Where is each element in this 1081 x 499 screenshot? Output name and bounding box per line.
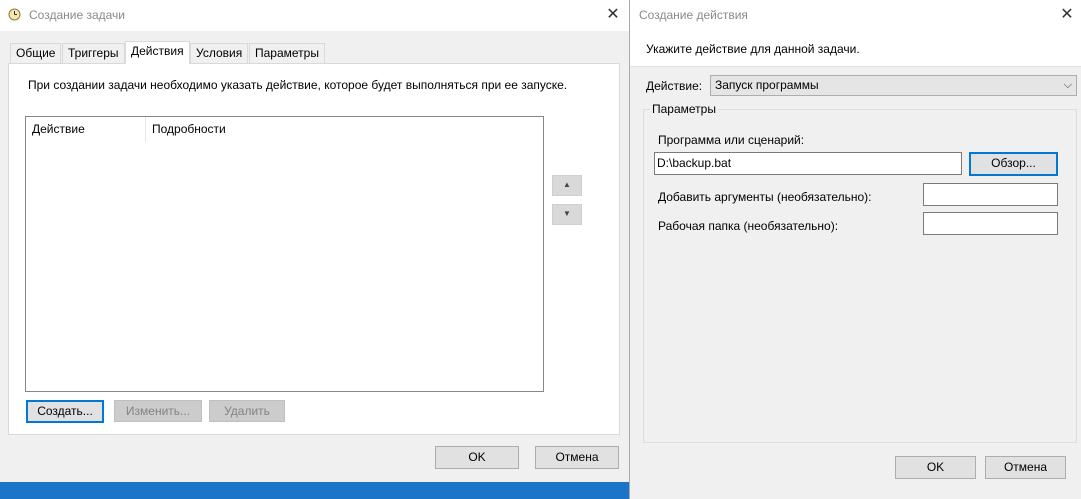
actions-list[interactable]: Действие Подробности xyxy=(25,116,544,392)
tab-conditions[interactable]: Условия xyxy=(190,43,249,63)
action-window-close-icon[interactable]: ✕ xyxy=(1057,5,1077,25)
tab-settings[interactable]: Параметры xyxy=(249,43,325,63)
action-type-value: Запуск программы xyxy=(715,78,819,92)
task-ok-button[interactable]: OK xyxy=(435,446,519,469)
move-down-button[interactable]: ▼ xyxy=(552,204,582,225)
action-window: Создание действия ✕ Укажите действие для… xyxy=(629,0,1081,499)
task-cancel-button[interactable]: Отмена xyxy=(535,446,619,469)
action-cancel-button[interactable]: Отмена xyxy=(985,456,1066,479)
task-window-close-icon[interactable]: ✕ xyxy=(603,5,623,25)
workdir-label: Рабочая папка (необязательно): xyxy=(658,219,839,233)
task-window-titlebar: Создание задачи ✕ xyxy=(0,0,629,31)
program-input[interactable]: D:\backup.bat xyxy=(654,152,962,175)
action-window-title: Создание действия xyxy=(639,8,748,22)
instruction-area: Укажите действие для данной задачи. xyxy=(630,31,1081,67)
tab-actions[interactable]: Действия xyxy=(125,41,190,64)
action-instruction: Укажите действие для данной задачи. xyxy=(646,42,860,56)
args-label: Добавить аргументы (необязательно): xyxy=(658,190,872,204)
task-window: Создание задачи ✕ Общие Триггеры Действи… xyxy=(0,0,629,482)
create-button[interactable]: Создать... xyxy=(26,400,104,423)
chevron-down-icon: ⌵ xyxy=(1063,79,1072,91)
tab-triggers[interactable]: Триггеры xyxy=(62,43,125,63)
tab-general[interactable]: Общие xyxy=(10,43,62,63)
parameters-group: Параметры Программа или сценарий: D:\bac… xyxy=(643,102,1077,443)
parameters-group-title: Параметры xyxy=(650,102,718,116)
move-up-button[interactable]: ▲ xyxy=(552,175,582,196)
action-type-label: Действие: xyxy=(646,79,703,93)
actions-tab-panel: При создании задачи необходимо указать д… xyxy=(8,63,620,435)
action-type-select[interactable]: Запуск программы ⌵ xyxy=(710,75,1077,96)
task-window-title: Создание задачи xyxy=(29,8,125,22)
action-window-titlebar: Создание действия ✕ xyxy=(630,0,1081,31)
actions-description: При создании задачи необходимо указать д… xyxy=(28,78,568,92)
workdir-input[interactable] xyxy=(923,212,1058,235)
action-ok-button[interactable]: OK xyxy=(895,456,976,479)
edit-button[interactable]: Изменить... xyxy=(114,400,202,422)
args-input[interactable] xyxy=(923,183,1058,206)
column-divider xyxy=(145,117,146,142)
browse-button[interactable]: Обзор... xyxy=(969,152,1058,176)
column-header-action[interactable]: Действие xyxy=(32,122,85,136)
clock-icon xyxy=(8,8,21,21)
delete-button[interactable]: Удалить xyxy=(209,400,285,422)
program-label: Программа или сценарий: xyxy=(658,133,805,147)
column-header-details[interactable]: Подробности xyxy=(152,122,226,136)
